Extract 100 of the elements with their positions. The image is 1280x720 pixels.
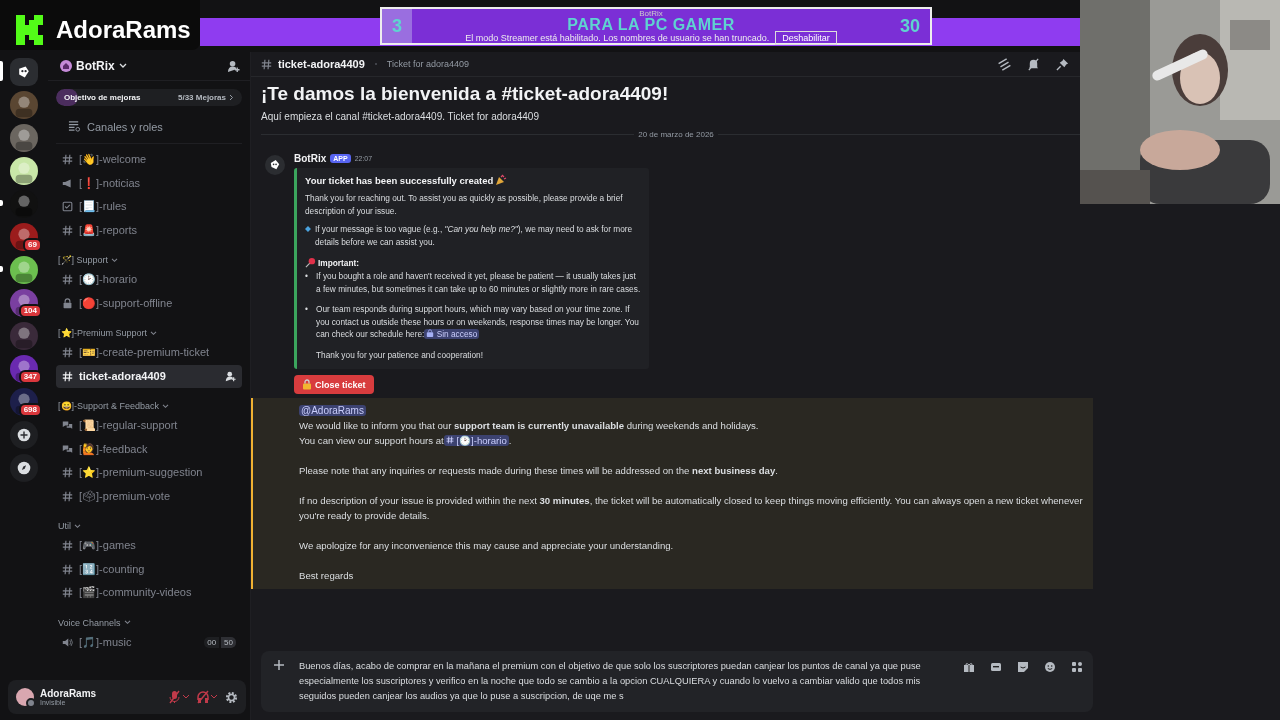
channel-name: [🎬]-community-videos: [79, 586, 192, 600]
user-avatar[interactable]: [16, 688, 34, 706]
bullet: •: [305, 270, 309, 283]
channel-item[interactable]: [📜]-regular-support: [56, 414, 242, 438]
no-access-link[interactable]: Sin acceso: [424, 329, 480, 339]
channel-item[interactable]: [🎬]-community-videos: [56, 581, 242, 605]
plus-icon[interactable]: [273, 659, 285, 671]
user-mention[interactable]: @AdoraRams: [299, 405, 366, 416]
channel-name: [🔢]-counting: [79, 562, 145, 576]
bot-avatar[interactable]: [265, 155, 285, 175]
plus-icon: [17, 427, 31, 442]
category-header[interactable]: Voice Channels: [58, 617, 121, 628]
boost-goal-label: Objetivo de mejoras: [64, 93, 141, 102]
hash-icon: [62, 224, 73, 236]
channel-item[interactable]: [❗]-noticias: [56, 171, 242, 195]
checklist-icon: [62, 201, 73, 213]
message-input[interactable]: Buenos días, acabo de comprar en la mañana el premium con el objetivo de que solo los suscriptores puedan canjear los puntos de canal ya que puse especialmente los suscriptores y verifico en la noche que todo se cambio a la opcion CUALQUIERA y cuando lo vuelvo a cambiar valido que todos mis seguidos pueden canjear los audios ya que lo puse a suscripcion, de uqe me s: [261, 651, 1093, 712]
add-server-button[interactable]: [10, 420, 38, 449]
message-text: We would like to inform you that our support team is currently unavailable during weekends and holidays.: [299, 419, 760, 433]
add-member-icon[interactable]: [225, 370, 236, 382]
server-icon[interactable]: [10, 57, 38, 86]
server-name-button[interactable]: BotRix: [76, 59, 115, 73]
diamond-icon: [305, 225, 311, 233]
embed-heading: Important:: [318, 257, 360, 268]
category-header[interactable]: [⭐]-Premium Support: [58, 328, 148, 338]
mention-badge: 698: [18, 403, 42, 417]
channel-name: [⭐]-premium-suggestion: [79, 466, 203, 480]
channel-name: ticket-adora4409: [79, 370, 166, 383]
settings-icon[interactable]: [225, 690, 238, 704]
channel-item[interactable]: [📃]-rules: [56, 195, 242, 219]
channel-item[interactable]: ticket-adora4409: [56, 364, 242, 388]
threads-icon[interactable]: [998, 57, 1011, 71]
channel-name: [🗳]-premium-vote: [79, 489, 171, 503]
gif-icon[interactable]: [990, 661, 1002, 673]
mention-badge: 104: [18, 304, 42, 318]
padlock-icon: [302, 379, 312, 390]
channel-name: [❗]-noticias: [79, 176, 141, 190]
channel-name: [👋]-welcome: [79, 153, 147, 167]
sticker-icon[interactable]: [1017, 661, 1029, 673]
server-icon[interactable]: [10, 222, 38, 251]
streamer-mode-notice: El modo Streamer está habilitado. Los nombres de usuario se han truncado.: [465, 33, 770, 43]
voice-counter: 00 50: [204, 636, 236, 648]
channel-item[interactable]: [👋]-welcome: [56, 148, 242, 172]
pin-icon[interactable]: [1056, 57, 1069, 71]
server-icon[interactable]: [10, 156, 38, 185]
chat-bubbles-icon: [62, 443, 73, 455]
browse-channels-link[interactable]: Canales y roles: [87, 120, 163, 133]
category-header[interactable]: [😀]-Support & Feedback: [58, 401, 160, 411]
lock-icon: [426, 329, 435, 337]
channel-item[interactable]: [🗳]-premium-vote: [56, 484, 242, 508]
discover-button[interactable]: [10, 453, 38, 482]
gift-icon[interactable]: [963, 661, 975, 673]
disable-button[interactable]: Deshabilitar: [775, 31, 837, 45]
channel-item[interactable]: [🕑]-horario: [56, 268, 242, 292]
channel-item[interactable]: [🔢]-counting: [56, 557, 242, 581]
chevron-icon: [229, 94, 234, 101]
message-text: Please note that any inquiries or requests made during these times will be addressed on the next business day.: [299, 464, 779, 478]
hash-icon: [445, 436, 454, 444]
channel-name: [🎵]-music: [79, 635, 132, 649]
channel-item[interactable]: [🎮]-games: [56, 534, 242, 558]
bullet: •: [305, 303, 309, 316]
bell-muted-icon[interactable]: [1027, 57, 1040, 71]
channel-list-icon: [68, 120, 81, 133]
hash-icon: [62, 274, 73, 286]
channel-item[interactable]: [🔴]-support-offline: [56, 291, 242, 315]
caret-icon: [118, 63, 127, 69]
channel-item[interactable]: [🎵]-music 00 50: [56, 630, 242, 654]
server-icon[interactable]: [10, 123, 38, 152]
headphones-icon[interactable]: [197, 690, 219, 704]
category-header[interactable]: [🪄] Support: [58, 255, 109, 265]
message-text: Best regards: [299, 569, 355, 583]
welcome-title: ¡Te damos la bienvenida a #ticket-adora4409!: [260, 82, 670, 105]
hash-icon: [261, 58, 272, 70]
channel-item[interactable]: [🎫]-create-premium-ticket: [56, 341, 242, 365]
channel-item[interactable]: [🚨]-reports: [56, 218, 242, 242]
apps-icon[interactable]: [1071, 661, 1083, 673]
boost-goal-bar[interactable]: Objetivo de mejoras 5/33 Mejoras: [56, 89, 242, 106]
user-name: AdoraRams: [40, 688, 97, 699]
add-member-icon[interactable]: [227, 59, 240, 73]
author-name[interactable]: BotRix: [294, 153, 327, 164]
compass-icon: [17, 460, 31, 475]
category-header[interactable]: Util: [58, 521, 71, 531]
server-icon[interactable]: [10, 255, 38, 284]
embed-paragraph: If your message is too vague (e.g., "Can you help me?"), we may need to ask for more details before we can assist you.: [314, 223, 634, 248]
microphone-icon[interactable]: [169, 690, 191, 704]
emoji-icon[interactable]: [1044, 661, 1056, 673]
channel-item[interactable]: [⭐]-premium-suggestion: [56, 461, 242, 485]
channel-name: [🚨]-reports: [79, 223, 137, 237]
channel-topic: Ticket for adora4409: [386, 59, 470, 69]
close-ticket-button[interactable]: Close ticket: [294, 375, 374, 394]
welcome-subtitle: Aquí empieza el canal #ticket-adora4409. Ticket for adora4409: [260, 110, 540, 122]
channel-name: [🕑]-horario: [79, 273, 138, 287]
channel-title: ticket-adora4409: [278, 58, 365, 70]
message-text: We apologize for any inconvenience this may cause and appreciate your understanding.: [299, 539, 675, 553]
embed-list-item: Our team responds during support hours, which may vary based on your time zone. If you contact us outside these hours or on weekends, response times may be longer. You can check our schedule here: Sin acceso: [316, 303, 640, 341]
channel-name: [📜]-regular-support: [79, 419, 178, 433]
channel-link[interactable]: [🕑]-horario: [443, 435, 509, 446]
speaker-icon: [62, 636, 73, 648]
hash-icon: [62, 540, 73, 552]
channel-item[interactable]: [🙋]-feedback: [56, 437, 242, 461]
